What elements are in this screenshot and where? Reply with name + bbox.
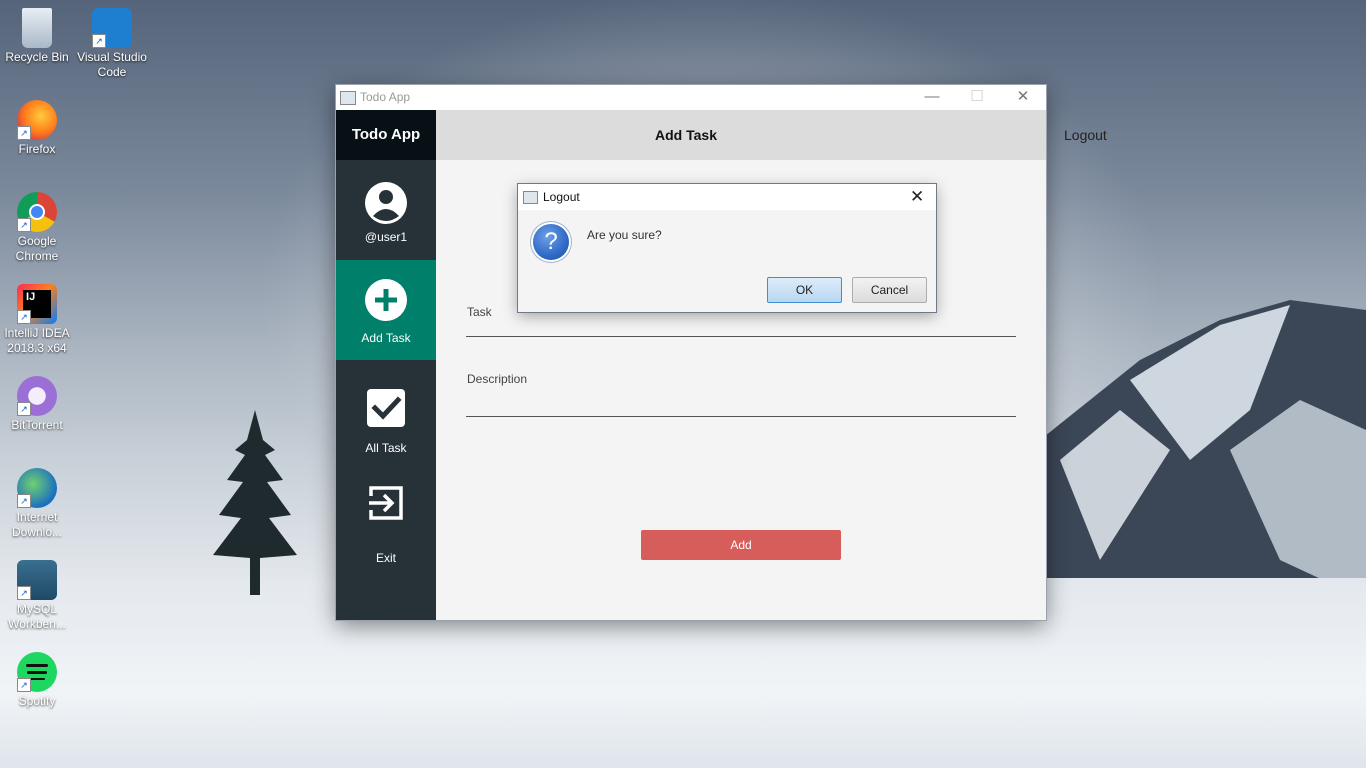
dialog-window-icon: [523, 191, 538, 204]
sidebar-item-exit[interactable]: Exit: [336, 470, 436, 570]
shortcut-arrow-icon: ↗: [92, 34, 106, 48]
shortcut-arrow-icon: ↗: [17, 126, 31, 140]
maximize-button[interactable]: ☐: [954, 85, 1000, 110]
logout-dialog: Logout ✕ ? Are you sure? OK Cancel: [518, 184, 936, 312]
exit-icon: [369, 486, 403, 520]
desktop-icon-firefox[interactable]: ↗ Firefox: [4, 100, 70, 157]
top-bar: Add Task Logout: [436, 110, 1107, 160]
vscode-icon: ↗: [92, 8, 132, 48]
logout-link[interactable]: Logout: [1064, 127, 1107, 143]
todo-app-window: Todo App — ☐ ✕ Todo App @user1 Add Task: [336, 85, 1107, 620]
desktop-icon-vscode[interactable]: ↗ Visual Studio Code: [76, 8, 148, 80]
intellij-icon: IJ ↗: [17, 284, 57, 324]
window-titlebar[interactable]: Todo App — ☐ ✕: [336, 85, 1046, 110]
recycle-bin-icon: [22, 8, 52, 48]
shortcut-arrow-icon: ↗: [17, 494, 31, 508]
sidebar-item-all-task[interactable]: All Task: [336, 360, 436, 460]
firefox-icon: ↗: [17, 100, 57, 140]
mysql-workbench-icon: ↗: [17, 560, 57, 600]
task-label: Task: [467, 305, 492, 319]
close-button[interactable]: ✕: [1000, 85, 1046, 110]
shortcut-arrow-icon: ↗: [17, 678, 31, 692]
dialog-message: Are you sure?: [587, 228, 662, 242]
shortcut-arrow-icon: ↗: [17, 218, 31, 232]
shortcut-arrow-icon: ↗: [17, 310, 31, 324]
spotify-icon: ↗: [17, 652, 57, 692]
desktop-icon-spotify[interactable]: ↗ Spotify: [4, 652, 70, 709]
desktop-icon-internet-download-manager[interactable]: ↗ Internet Downlo...: [4, 468, 70, 540]
sidebar-item-all-task-label: All Task: [365, 441, 407, 455]
plus-circle-icon: [365, 279, 407, 321]
task-input[interactable]: [466, 320, 1016, 336]
dialog-close-button[interactable]: ✕: [910, 187, 924, 207]
wallpaper-tree: [213, 410, 297, 595]
checkbox-icon: [367, 389, 405, 427]
bittorrent-icon: ↗: [17, 376, 57, 416]
question-icon: ?: [533, 224, 569, 260]
desktop-icon-recycle-bin[interactable]: Recycle Bin: [4, 8, 70, 65]
dialog-titlebar[interactable]: Logout ✕: [518, 184, 936, 210]
sidebar: Todo App @user1 Add Task All Task Exit: [336, 110, 436, 620]
desktop-icon-mysql-workbench[interactable]: ↗ MySQL Workben...: [4, 560, 70, 632]
internet-download-manager-icon: ↗: [17, 468, 57, 508]
sidebar-item-exit-label: Exit: [375, 551, 396, 565]
minimize-button[interactable]: —: [909, 85, 955, 110]
description-label: Description: [467, 372, 528, 386]
sidebar-item-add-task-label: Add Task: [361, 331, 411, 345]
task-input-underline: [466, 336, 1016, 337]
shortcut-arrow-icon: ↗: [17, 402, 31, 416]
description-input-underline: [466, 416, 1016, 417]
add-button[interactable]: Add: [641, 530, 841, 560]
page-title: Add Task: [655, 127, 717, 143]
user-icon: [365, 182, 407, 224]
desktop-icon-chrome[interactable]: ↗ Google Chrome: [4, 192, 70, 264]
chrome-icon: ↗: [17, 192, 57, 232]
sidebar-item-add-task[interactable]: Add Task: [336, 260, 436, 360]
window-title: Todo App: [360, 90, 411, 104]
shortcut-arrow-icon: ↗: [17, 586, 31, 600]
sidebar-item-user[interactable]: @user1: [336, 160, 436, 260]
desktop-icon-intellij[interactable]: IJ ↗ IntelliJ IDEA 2018.3 x64: [4, 284, 70, 356]
sidebar-item-user-label: @user1: [364, 230, 408, 244]
cancel-button[interactable]: Cancel: [852, 277, 927, 303]
app-window-icon: [340, 91, 356, 105]
desktop-icon-bittorrent[interactable]: ↗ BitTorrent: [4, 376, 70, 433]
description-input[interactable]: [466, 390, 1016, 416]
ok-button[interactable]: OK: [767, 277, 842, 303]
dialog-title: Logout: [543, 190, 580, 204]
sidebar-brand: Todo App: [336, 110, 436, 160]
